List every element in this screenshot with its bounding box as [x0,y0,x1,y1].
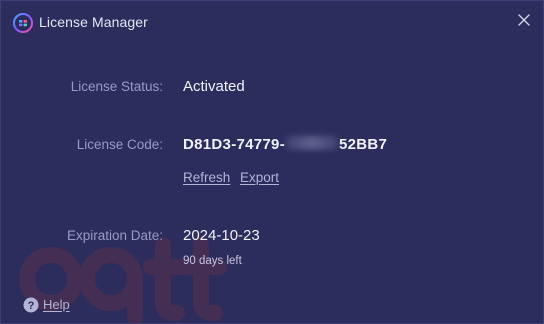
refresh-link[interactable]: Refresh [183,170,230,185]
license-status-label: License Status: [70,79,163,94]
expiration-date-label: Expiration Date: [66,228,163,243]
svg-text:?: ? [28,300,35,312]
help-label[interactable]: Help [43,297,70,312]
question-mark-icon: ? [23,297,39,313]
license-code-prefix: D81D3-74779- [183,136,285,153]
close-icon [518,14,530,26]
export-link[interactable]: Export [240,170,279,185]
license-code-suffix: 52BB7 [339,136,388,153]
close-button[interactable] [513,9,535,31]
app-logo-icon [13,13,33,33]
redacted-code-segment [286,136,338,150]
window-title: License Manager [39,14,148,30]
title-bar: License Manager [1,1,543,45]
license-code-label: License Code: [76,137,163,152]
license-code-value: D81D3-74779- 52BB7 [183,136,387,153]
days-left-text: 90 days left [183,255,242,267]
license-status-value: Activated [183,78,245,95]
license-manager-window: License Manager License Status: Activate… [0,0,544,324]
expiration-date-value: 2024-10-23 [183,227,260,244]
